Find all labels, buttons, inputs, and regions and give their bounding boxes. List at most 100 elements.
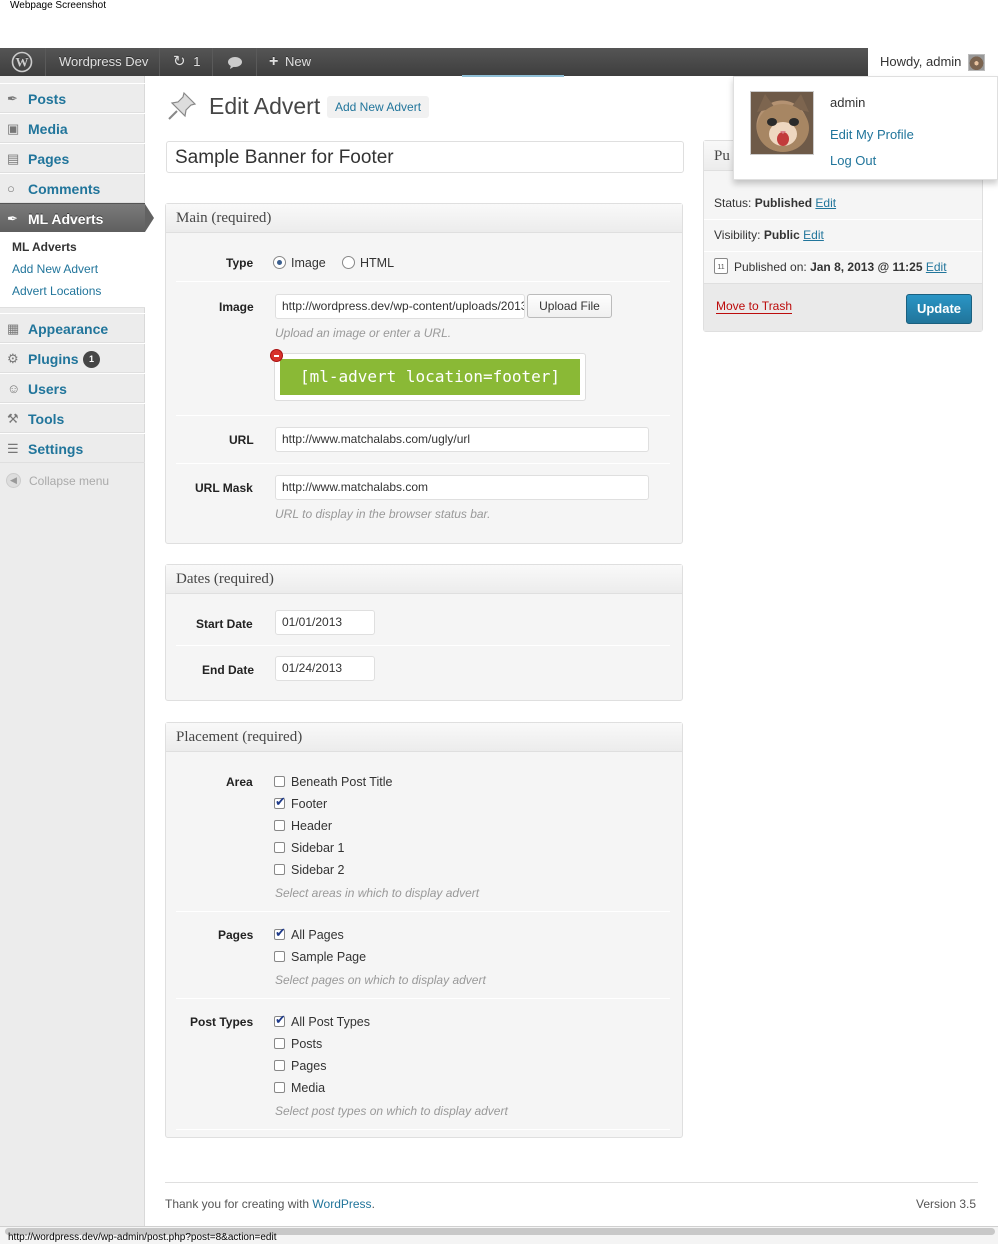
updates-count: 1 (193, 54, 201, 69)
upload-file-button[interactable]: Upload File (527, 294, 612, 318)
wordpress-link[interactable]: WordPress (312, 1197, 371, 1211)
image-label: Image (219, 300, 254, 314)
area-checkbox[interactable] (274, 864, 285, 875)
start-date-input[interactable]: 01/01/2013 (275, 610, 375, 635)
menu-label: Appearance (28, 321, 109, 337)
pushpin-icon (166, 90, 198, 125)
settings-icon: ☰ (7, 441, 19, 456)
collapse-menu-link[interactable]: Collapse menu (29, 474, 109, 488)
area-option-label[interactable]: Sidebar 1 (291, 841, 345, 855)
advert-preview-image: [ml-advert location=footer] (280, 359, 580, 395)
wordpress-logo-icon[interactable]: W (11, 48, 33, 76)
area-option-label[interactable]: Header (291, 819, 332, 833)
type-image-radio[interactable] (273, 256, 286, 269)
pages-label: Pages (218, 928, 254, 942)
post-type-option-label[interactable]: Media (291, 1081, 325, 1095)
edit-my-profile-link[interactable]: Edit My Profile (830, 127, 914, 142)
footer-divider (165, 1182, 978, 1183)
page-checkbox[interactable] (274, 951, 285, 962)
avatar (750, 91, 814, 155)
status-line: Status: Published Edit (714, 196, 836, 210)
post-type-option-label[interactable]: All Post Types (291, 1015, 370, 1029)
my-account[interactable]: Howdy, admin (868, 48, 998, 76)
menu-comments[interactable]: ○ Comments (0, 173, 145, 203)
update-button[interactable]: Update (906, 294, 972, 324)
post-type-checkbox[interactable] (274, 1082, 285, 1093)
post-type-option-label[interactable]: Posts (291, 1037, 322, 1051)
appearance-icon: ▦ (7, 321, 20, 336)
avatar-small (968, 54, 985, 71)
version-text: Version 3.5 (916, 1197, 977, 1211)
area-label: Area (226, 775, 253, 789)
url-input[interactable]: http://www.matchalabs.com/ugly/url (275, 427, 649, 452)
page-option-label[interactable]: Sample Page (291, 950, 366, 964)
status-label: Status: (714, 196, 752, 210)
area-checkbox[interactable] (274, 842, 285, 853)
comments-link[interactable] (227, 48, 243, 76)
pin-icon: ✒ (7, 91, 18, 106)
menu-media[interactable]: ▣ Media (0, 113, 145, 143)
area-checkbox[interactable] (274, 820, 285, 831)
collapse-arrow-icon[interactable]: ◀ (6, 473, 21, 488)
submenu-add-new-advert[interactable]: Add New Advert (12, 262, 98, 276)
post-type-option-label[interactable]: Pages (291, 1059, 326, 1073)
menu-appearance[interactable]: ▦ Appearance (0, 313, 145, 343)
placement-postbox-title: Placement (required) (166, 723, 682, 752)
comment-bubble-icon (228, 57, 242, 69)
published-line: Published on: Jan 8, 2013 @ 11:25 Edit (734, 260, 947, 274)
footer-thanks: Thank you for creating with WordPress. (165, 1197, 375, 1211)
add-new-advert-button[interactable]: Add New Advert (327, 96, 430, 118)
page-checkbox[interactable] (274, 925, 286, 941)
menu-label: Tools (28, 411, 65, 427)
area-option-label[interactable]: Beneath Post Title (291, 775, 392, 789)
submenu-ml-adverts[interactable]: ML Adverts (12, 240, 77, 254)
main-postbox-title: Main (required) (166, 204, 682, 233)
visibility-line: Visibility: Public Edit (714, 228, 824, 242)
title-input[interactable]: Sample Banner for Footer (166, 141, 684, 173)
media-icon: ▣ (7, 121, 20, 136)
new-content-link[interactable]: + New (269, 48, 311, 76)
post-type-checkbox[interactable] (274, 1012, 286, 1028)
post-type-checkbox[interactable] (274, 1060, 285, 1071)
menu-posts[interactable]: ✒ Posts (0, 83, 145, 113)
profile-name: admin (830, 95, 866, 110)
menu-plugins[interactable]: ⚙ Plugins 1 (0, 343, 145, 373)
menu-label: Comments (28, 181, 101, 197)
updates-link[interactable]: ↻ 1 (173, 48, 200, 76)
type-html-radio[interactable] (342, 256, 355, 269)
edit-status-link[interactable]: Edit (815, 196, 836, 210)
type-image-label[interactable]: Image (291, 256, 326, 270)
area-option-label[interactable]: Footer (291, 797, 327, 811)
menu-settings[interactable]: ☰ Settings (0, 433, 145, 463)
submenu-advert-locations[interactable]: Advert Locations (12, 284, 101, 298)
start-date-label: Start Date (196, 617, 253, 631)
pages-icon: ▤ (7, 151, 20, 166)
menu-users[interactable]: ☺ Users (0, 373, 145, 403)
post-type-checkbox[interactable] (274, 1038, 285, 1049)
status-value: Published (754, 196, 813, 210)
remove-image-icon[interactable] (270, 349, 283, 362)
page-option-label[interactable]: All Pages (291, 928, 344, 942)
end-date-label: End Date (202, 663, 255, 677)
url-mask-input[interactable]: http://www.matchalabs.com (275, 475, 649, 500)
site-name-link[interactable]: Wordpress Dev (59, 48, 148, 76)
area-checkbox[interactable] (274, 794, 286, 810)
menu-pages[interactable]: ▤ Pages (0, 143, 145, 173)
plus-icon: + (269, 53, 279, 70)
end-date-input[interactable]: 01/24/2013 (275, 656, 375, 681)
menu-label: Plugins (28, 351, 79, 367)
plugin-icon: ⚙ (7, 351, 19, 366)
area-option-label[interactable]: Sidebar 2 (291, 863, 345, 877)
type-html-label[interactable]: HTML (360, 256, 394, 270)
area-description: Select areas in which to display advert (275, 886, 480, 900)
menu-tools[interactable]: ⚒ Tools (0, 403, 145, 433)
log-out-link[interactable]: Log Out (830, 153, 876, 168)
admin-bar: W Wordpress Dev ↻ 1 + New (0, 48, 868, 76)
page-title: Edit Advert (209, 93, 321, 119)
image-url-input[interactable]: http://wordpress.dev/wp-content/uploads/… (275, 294, 525, 319)
edit-visibility-link[interactable]: Edit (803, 228, 824, 242)
menu-ml-adverts[interactable]: ✒ ML Adverts (0, 203, 145, 233)
move-to-trash-link[interactable]: Move to Trash (716, 299, 793, 314)
area-checkbox[interactable] (274, 776, 285, 787)
edit-date-link[interactable]: Edit (926, 260, 947, 274)
